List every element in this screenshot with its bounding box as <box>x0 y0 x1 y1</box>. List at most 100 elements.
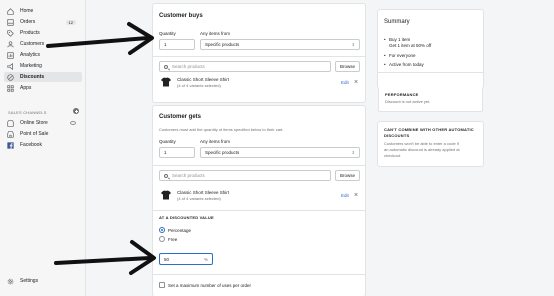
close-icon[interactable]: × <box>354 79 358 86</box>
any-items-label: Any items from <box>200 139 231 144</box>
sidebar-item-home[interactable]: Home <box>4 6 82 16</box>
summary-bullet-line: Get 1 item at 50% off <box>389 43 432 48</box>
any-items-label: Any items from <box>200 31 231 36</box>
buys-quantity-field[interactable]: 1 <box>159 39 195 50</box>
sidebar-item-label: Customers <box>20 41 45 47</box>
summary-bullet: Buy 1 item <box>384 37 410 42</box>
sidebar-item-apps[interactable]: Apps <box>4 83 82 93</box>
summary-bullet: Active from today <box>384 62 424 67</box>
sidebar-item-products[interactable]: Products <box>4 28 82 38</box>
customer-gets-card: Customer gets Customers must add the qua… <box>153 106 365 296</box>
summary-title: Summary <box>384 19 410 25</box>
chevron-updown-icon: ⇕ <box>351 150 355 155</box>
sidebar-item-settings[interactable]: Settings <box>4 276 82 286</box>
marketing-icon <box>7 62 14 70</box>
gets-search-placeholder: Search products <box>172 173 205 178</box>
sidebar-item-analytics[interactable]: Analytics <box>4 50 82 60</box>
search-icon <box>164 174 168 178</box>
percentage-input[interactable]: 50 % <box>159 253 213 265</box>
customers-icon <box>7 40 14 48</box>
customer-buys-title: Customer buys <box>159 13 203 19</box>
gets-any-items-select[interactable]: Specific products ⇕ <box>200 147 360 158</box>
sidebar-item-customers[interactable]: Customers <box>4 39 82 49</box>
home-icon <box>7 7 14 15</box>
combine-text-line-3: checkout. <box>384 153 402 158</box>
buys-product-name: Classic Short Sleeve Shirt <box>177 77 230 82</box>
discounts-icon <box>7 73 14 81</box>
sidebar-item-label: Discounts <box>20 74 45 80</box>
analytics-icon <box>7 51 14 59</box>
sidebar-item-online-store[interactable]: Online Store <box>4 118 82 128</box>
divider <box>153 210 365 211</box>
pos-icon <box>7 130 14 138</box>
free-radio[interactable] <box>159 236 165 242</box>
orders-count-badge: 12 <box>65 19 76 25</box>
buys-product-variants: (4 of 4 variants selected) <box>177 83 221 88</box>
gets-any-items-value: Specific products <box>205 150 240 155</box>
sidebar-item-orders[interactable]: Orders 12 <box>4 17 82 27</box>
divider <box>153 274 365 275</box>
gets-search-input[interactable]: Search products <box>159 170 331 181</box>
sidebar-item-label: Facebook <box>20 142 42 148</box>
divider <box>378 72 483 73</box>
customer-gets-description: Customers must add the quantity of items… <box>159 127 284 132</box>
sidebar-item-label: Home <box>20 8 34 14</box>
orders-icon <box>7 18 14 26</box>
gets-quantity-field[interactable]: 1 <box>159 147 195 158</box>
sidebar-item-label: Products <box>20 30 40 36</box>
sidebar: Home Orders 12 Products Customers Analyt… <box>0 0 86 296</box>
sales-channels-heading: SALES CHANNELS <box>8 110 47 115</box>
percentage-label: Percentage <box>168 228 192 233</box>
sidebar-item-discounts[interactable]: Discounts <box>4 72 82 82</box>
combine-heading-line-2: DISCOUNTS <box>384 133 410 138</box>
combine-text-line-1: Customers won't be able to enter a code … <box>384 141 459 146</box>
chevron-updown-icon: ⇕ <box>351 42 355 47</box>
search-icon <box>164 65 168 69</box>
apps-icon <box>7 84 14 92</box>
performance-text: Discount is not active yet. <box>385 99 431 104</box>
percent-suffix: % <box>203 256 208 262</box>
sidebar-item-label: Analytics <box>20 52 41 58</box>
percentage-radio[interactable] <box>159 227 165 233</box>
gets-quantity-value: 1 <box>164 150 167 155</box>
store-icon <box>7 119 14 127</box>
gets-browse-button[interactable]: Browse <box>335 170 360 181</box>
sidebar-item-label: Marketing <box>20 63 42 69</box>
gets-product-variants: (4 of 4 variants selected) <box>177 196 221 201</box>
max-uses-checkbox[interactable] <box>159 282 165 288</box>
gear-icon <box>7 278 14 285</box>
customer-gets-title: Customer gets <box>159 114 202 120</box>
sidebar-item-label: Apps <box>20 85 32 91</box>
buys-edit-link[interactable]: Edit <box>341 80 349 85</box>
max-uses-label: Set a maximum number of uses per order <box>168 283 252 288</box>
performance-heading: PERFORMANCE <box>385 92 419 97</box>
quantity-label: Quantity <box>159 139 176 144</box>
facebook-icon <box>7 141 14 149</box>
eye-icon[interactable] <box>70 121 76 125</box>
quantity-label: Quantity <box>159 31 176 36</box>
shirt-thumbnail <box>161 190 171 200</box>
gets-edit-link[interactable]: Edit <box>341 193 349 198</box>
customer-buys-card: Customer buys Quantity Any items from 1 … <box>153 4 365 102</box>
buys-search-placeholder: Search products <box>172 64 205 69</box>
buys-browse-button[interactable]: Browse <box>335 61 360 72</box>
combine-heading-line-1: CAN'T COMBINE WITH OTHER AUTOMATIC <box>384 127 474 132</box>
add-sales-channel-icon[interactable] <box>73 108 79 114</box>
buys-any-items-select[interactable]: Specific products ⇕ <box>200 39 360 50</box>
buys-quantity-value: 1 <box>164 42 167 47</box>
buys-search-input[interactable]: Search products <box>159 61 331 72</box>
divider <box>153 165 365 166</box>
sidebar-item-facebook[interactable]: Facebook <box>4 140 82 150</box>
sidebar-item-marketing[interactable]: Marketing <box>4 61 82 71</box>
discounted-value-heading: AT A DISCOUNTED VALUE <box>159 215 214 220</box>
sidebar-item-label: Online Store <box>20 120 48 126</box>
sidebar-item-point-of-sale[interactable]: Point of Sale <box>4 129 82 139</box>
gets-product-name: Classic Short Sleeve Shirt <box>177 190 230 195</box>
free-label: Free <box>168 237 178 242</box>
summary-bullet: For everyone <box>384 53 415 58</box>
summary-card: Summary Buy 1 item Get 1 item at 50% off… <box>378 10 483 88</box>
performance-section: PERFORMANCE Discount is not active yet. <box>378 88 483 112</box>
sidebar-item-label: Settings <box>20 278 39 284</box>
close-icon[interactable]: × <box>354 192 358 199</box>
shirt-thumbnail <box>161 77 171 87</box>
